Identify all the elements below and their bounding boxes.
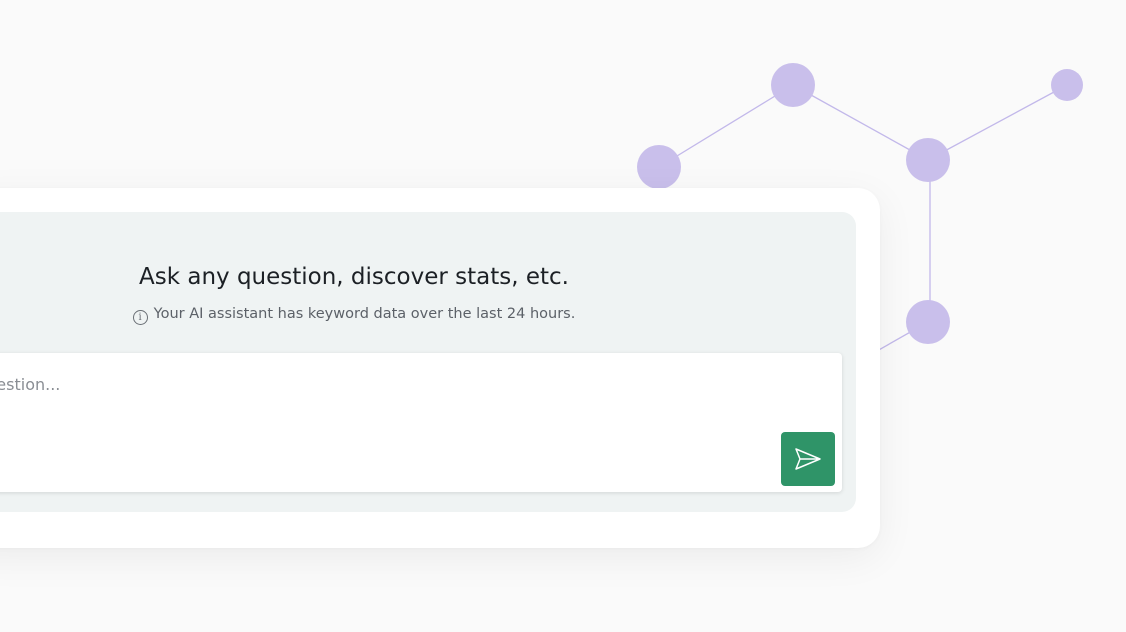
network-edge xyxy=(658,84,794,168)
network-node xyxy=(637,145,681,189)
question-box xyxy=(0,353,842,492)
info-icon: i xyxy=(132,310,148,325)
assistant-card: Ask any question, discover stats, etc. i… xyxy=(0,188,880,548)
network-node xyxy=(906,300,950,344)
assistant-panel: Ask any question, discover stats, etc. i… xyxy=(0,212,856,512)
send-button[interactable] xyxy=(781,432,835,486)
network-edge xyxy=(927,84,1068,161)
assistant-title: Ask any question, discover stats, etc. xyxy=(139,264,569,290)
network-edge xyxy=(792,84,929,161)
question-input[interactable] xyxy=(0,353,776,425)
network-node xyxy=(771,63,815,107)
network-node xyxy=(906,138,950,182)
assistant-info: i Your AI assistant has keyword data over… xyxy=(0,306,732,325)
assistant-info-text: Your AI assistant has keyword data over … xyxy=(153,306,576,322)
send-icon xyxy=(795,448,821,470)
network-node xyxy=(1051,69,1083,101)
